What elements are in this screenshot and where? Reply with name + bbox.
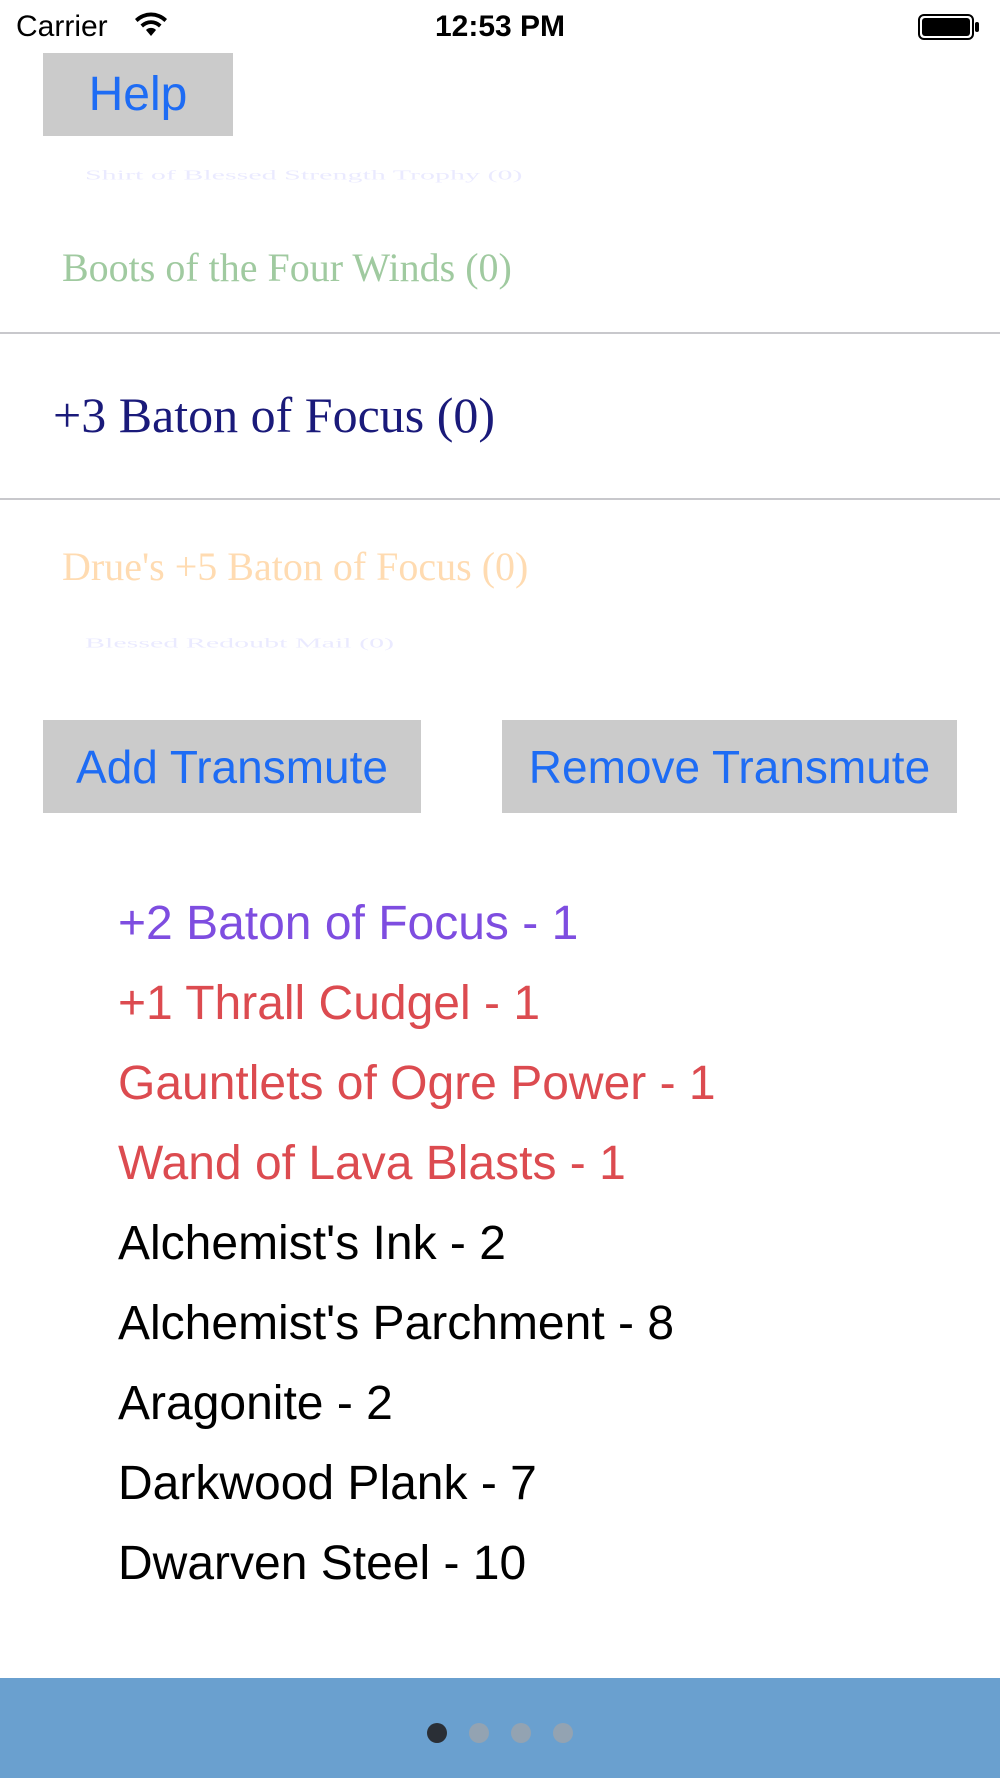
ingredient-item: Alchemist's Parchment - 8	[118, 1297, 675, 1350]
battery-icon	[918, 14, 979, 40]
ingredient-item: Wand of Lava Blasts - 1	[118, 1137, 626, 1190]
ingredient-item: +2 Baton of Focus - 1	[118, 897, 579, 950]
clock: 12:53 PM	[434, 10, 566, 43]
page-dot[interactable]	[427, 1723, 447, 1743]
help-button[interactable]: Help	[43, 53, 233, 136]
ingredient-item: +1 Thrall Cudgel - 1	[118, 977, 541, 1030]
ingredient-item: Alchemist's Ink - 2	[118, 1217, 506, 1270]
picker-row[interactable]: Shirt of Blessed Strength Trophy (0)	[85, 168, 523, 183]
ingredient-item: Gauntlets of Ogre Power - 1	[118, 1057, 716, 1110]
picker-selection-bottom-line	[0, 498, 1000, 500]
picker-row-selected[interactable]: +3 Baton of Focus (0)	[53, 386, 495, 444]
add-transmute-button[interactable]: Add Transmute	[43, 720, 421, 813]
page-dot[interactable]	[469, 1723, 489, 1743]
picker-row[interactable]: Blessed Redoubt Mail (0)	[85, 636, 394, 651]
picker-selection-top-line	[0, 332, 1000, 334]
remove-transmute-button[interactable]: Remove Transmute	[502, 720, 957, 813]
ingredient-item: Dwarven Steel - 10	[118, 1537, 527, 1590]
page-dot[interactable]	[511, 1723, 531, 1743]
picker-row[interactable]: Drue's +5 Baton of Focus (0)	[62, 543, 528, 590]
page-control[interactable]	[0, 1678, 1000, 1778]
page-dot[interactable]	[553, 1723, 573, 1743]
picker-row[interactable]: Boots of the Four Winds (0)	[62, 244, 512, 291]
ingredient-item: Darkwood Plank - 7	[118, 1457, 537, 1510]
ingredient-item: Aragonite - 2	[118, 1377, 393, 1430]
footer-bar	[0, 1678, 1000, 1778]
item-picker[interactable]: Shirt of Blessed Strength Trophy (0) Boo…	[0, 160, 1000, 660]
status-bar: Carrier 12:53 PM	[0, 0, 1000, 52]
